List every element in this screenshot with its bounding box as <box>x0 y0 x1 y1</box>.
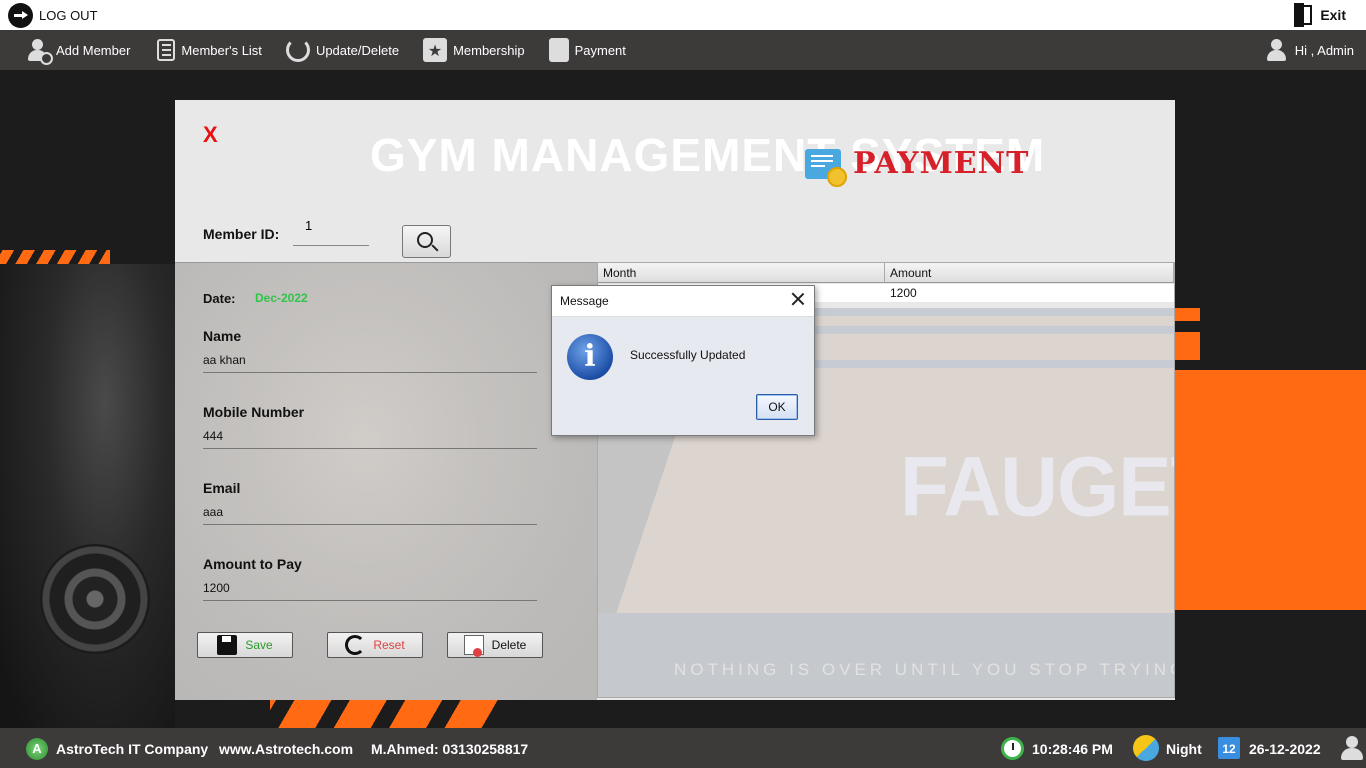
contact-info: M.Ahmed: 03130258817 <box>371 741 529 757</box>
save-label: Save <box>245 638 273 652</box>
company-website: www.Astrotech.com <box>219 741 354 757</box>
amount-field[interactable]: 1200 <box>203 579 537 601</box>
nav-members-list-label: Member's List <box>181 42 262 58</box>
info-icon: i <box>567 334 613 380</box>
company-logo-icon: A <box>26 738 48 760</box>
dialog-title: Message <box>560 294 609 308</box>
mobile-field[interactable]: 444 <box>203 427 537 449</box>
member-id-input[interactable] <box>293 216 369 246</box>
night-mode-icon <box>1133 735 1159 761</box>
star-icon: ★ <box>423 38 448 62</box>
exit-label: Exit <box>1320 7 1346 23</box>
nav-membership-label: Membership <box>453 42 525 58</box>
nav-members-list[interactable]: Member's List <box>154 39 262 61</box>
member-id-label: Member ID: <box>203 226 280 242</box>
table-header: Month Amount <box>598 263 1174 283</box>
logout-icon <box>8 3 33 28</box>
nav-payment-label: Payment <box>574 42 626 58</box>
reset-label: Reset <box>373 638 405 652</box>
clock-icon <box>1001 737 1024 760</box>
hazard-stripes <box>0 250 110 264</box>
save-button[interactable]: Save <box>197 632 293 658</box>
exit-door-icon <box>1292 3 1314 27</box>
list-icon <box>157 39 176 61</box>
main-nav: Add Member Member's List Update/Delete ★… <box>0 30 1366 70</box>
calendar-icon: 12 <box>1218 737 1240 759</box>
greeting-label: Hi , Admin <box>1294 42 1354 58</box>
logout-button[interactable]: LOG OUT <box>8 3 98 28</box>
current-time: 10:28:46 PM <box>1032 741 1113 757</box>
nav-membership[interactable]: ★ Membership <box>423 38 525 62</box>
date-label: Date: <box>203 291 236 306</box>
refresh-icon <box>285 38 310 62</box>
email-label: Email <box>203 480 241 496</box>
nav-update-delete[interactable]: Update/Delete <box>285 38 400 62</box>
user-icon <box>1340 736 1364 760</box>
cell-amount: 1200 <box>890 286 917 300</box>
current-date: 26-12-2022 <box>1249 741 1321 757</box>
column-header-month[interactable]: Month <box>598 263 885 282</box>
orange-accent-bar <box>1175 308 1200 321</box>
payment-heading: PAYMENT <box>805 146 1030 187</box>
barbell-plate-image <box>40 544 150 654</box>
divider <box>175 262 597 263</box>
name-field[interactable]: aa khan <box>203 351 537 373</box>
amount-label: Amount to Pay <box>203 556 302 572</box>
gym-background-image <box>0 264 175 728</box>
name-label: Name <box>203 328 242 344</box>
delete-document-icon <box>463 635 484 657</box>
company-name: AstroTech IT Company <box>56 741 209 757</box>
orange-accent-bar <box>1175 332 1200 360</box>
status-bar: A AstroTech IT Company www.Astrotech.com… <box>0 728 1366 768</box>
ok-button[interactable]: OK <box>756 394 798 420</box>
dialog-message: Successfully Updated <box>630 348 746 362</box>
payment-icon <box>548 38 569 62</box>
nav-add-member-label: Add Member <box>56 42 131 58</box>
column-header-amount[interactable]: Amount <box>885 263 1174 282</box>
mobile-label: Mobile Number <box>203 404 305 420</box>
fauget-watermark: FAUGET <box>900 439 1174 534</box>
date-value: Dec-2022 <box>255 291 308 305</box>
delete-label: Delete <box>491 638 527 652</box>
message-dialog: Message i Successfully Updated OK <box>551 285 815 436</box>
add-user-icon <box>26 38 53 65</box>
email-field[interactable]: aaa <box>203 503 537 525</box>
nav-update-delete-label: Update/Delete <box>315 42 400 58</box>
logout-label: LOG OUT <box>39 8 98 23</box>
mode-label: Night <box>1166 741 1202 757</box>
exit-button[interactable]: Exit <box>1292 3 1346 27</box>
delete-button[interactable]: Delete <box>447 632 543 658</box>
nav-payment[interactable]: Payment <box>548 38 626 62</box>
orange-accent-block <box>1175 370 1366 610</box>
floppy-disk-icon <box>217 635 238 655</box>
user-icon <box>1265 38 1289 62</box>
payment-heading-label: PAYMENT <box>853 146 1030 181</box>
top-bar: LOG OUT Exit <box>0 0 1366 30</box>
nav-add-member[interactable]: Add Member <box>26 38 131 65</box>
tagline: NOTHING IS OVER UNTIL YOU STOP TRYING <box>674 660 1175 679</box>
reset-button[interactable]: Reset <box>327 632 423 658</box>
reset-icon <box>345 635 366 655</box>
close-icon[interactable] <box>790 291 806 307</box>
close-panel-button[interactable]: X <box>203 122 218 148</box>
dialog-title-bar[interactable]: Message <box>552 286 814 317</box>
invoice-coin-icon <box>805 148 847 187</box>
search-button[interactable] <box>402 225 451 258</box>
user-greeting: Hi , Admin <box>1265 38 1354 62</box>
